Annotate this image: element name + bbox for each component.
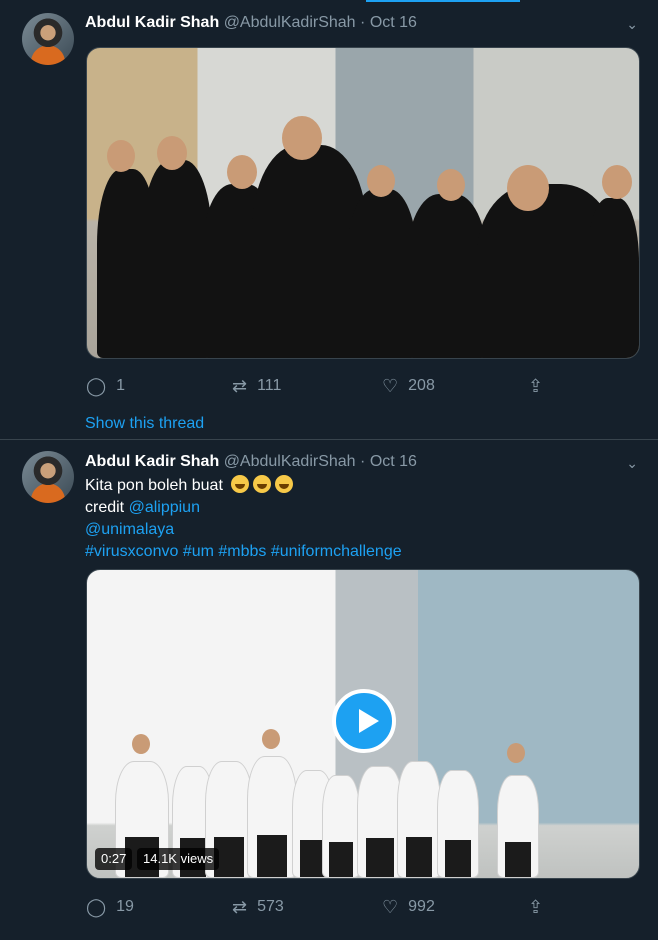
like-count: 208: [408, 377, 435, 394]
tweet-header: Abdul Kadir Shah @AbdulKadirShah · Oct 1…: [85, 14, 417, 32]
reply-button[interactable]: ◯ 19: [86, 898, 134, 916]
hashtags[interactable]: #virusxconvo #um #mbbs #uniformchallenge: [85, 543, 402, 560]
retweet-icon: ⇄: [232, 376, 248, 396]
reply-button[interactable]: ◯ 1: [86, 377, 125, 395]
grinning-sweat-emoji-icon: [253, 475, 272, 493]
reply-count: 19: [116, 898, 134, 915]
chevron-down-icon[interactable]: ⌄: [626, 16, 638, 33]
reply-count: 1: [116, 377, 126, 394]
retweet-count: 573: [257, 898, 284, 915]
author-handle[interactable]: @AbdulKadirShah: [224, 453, 356, 470]
grinning-sweat-emoji-icon: [231, 475, 250, 493]
tweet-date[interactable]: Oct 16: [370, 453, 417, 470]
reply-icon: ◯: [86, 376, 107, 396]
image-content: [87, 116, 639, 358]
retweet-button[interactable]: ⇄ 111: [232, 377, 281, 395]
tweet-header: Abdul Kadir Shah @AbdulKadirShah · Oct 1…: [85, 453, 417, 471]
avatar[interactable]: [22, 451, 74, 503]
like-icon: ♡: [382, 897, 399, 917]
share-icon: ⇪: [528, 376, 544, 396]
video-content: [87, 638, 639, 878]
author-handle[interactable]: @AbdulKadirShah: [224, 14, 356, 31]
tweet-text-line: Kita pon boleh buat: [85, 477, 223, 494]
tweet[interactable]: Abdul Kadir Shah @AbdulKadirShah · Oct 1…: [0, 441, 658, 940]
like-icon: ♡: [382, 376, 399, 396]
reply-icon: ◯: [86, 897, 107, 917]
tweet-image[interactable]: [86, 47, 640, 359]
author-name[interactable]: Abdul Kadir Shah: [85, 453, 219, 470]
tweet-text: Kita pon boleh buat credit @alippiun @un…: [85, 475, 402, 563]
tweet[interactable]: Abdul Kadir Shah @AbdulKadirShah · Oct 1…: [0, 0, 658, 440]
show-thread-link[interactable]: Show this thread: [85, 415, 204, 433]
share-button[interactable]: ⇪: [528, 377, 543, 395]
credit-label: credit: [85, 499, 125, 516]
separator: ·: [360, 14, 366, 31]
separator: ·: [360, 453, 366, 470]
play-button[interactable]: [332, 689, 396, 753]
share-icon: ⇪: [528, 897, 544, 917]
like-button[interactable]: ♡ 208: [382, 377, 435, 395]
author-name[interactable]: Abdul Kadir Shah: [85, 14, 219, 31]
tweet-video[interactable]: 0:27 14.1K views: [86, 569, 640, 879]
retweet-icon: ⇄: [232, 897, 248, 917]
retweet-button[interactable]: ⇄ 573: [232, 898, 284, 916]
tweet-date[interactable]: Oct 16: [370, 14, 417, 31]
chevron-down-icon[interactable]: ⌄: [626, 455, 638, 472]
like-count: 992: [408, 898, 435, 915]
like-button[interactable]: ♡ 992: [382, 898, 435, 916]
mention-link[interactable]: @unimalaya: [85, 521, 174, 538]
avatar[interactable]: [22, 13, 74, 65]
video-duration-badge: 0:27: [95, 848, 133, 870]
retweet-count: 111: [257, 377, 282, 394]
grinning-sweat-emoji-icon: [275, 475, 294, 493]
mention-link[interactable]: @alippiun: [129, 499, 200, 516]
share-button[interactable]: ⇪: [528, 898, 543, 916]
video-views-badge: 14.1K views: [137, 848, 220, 870]
